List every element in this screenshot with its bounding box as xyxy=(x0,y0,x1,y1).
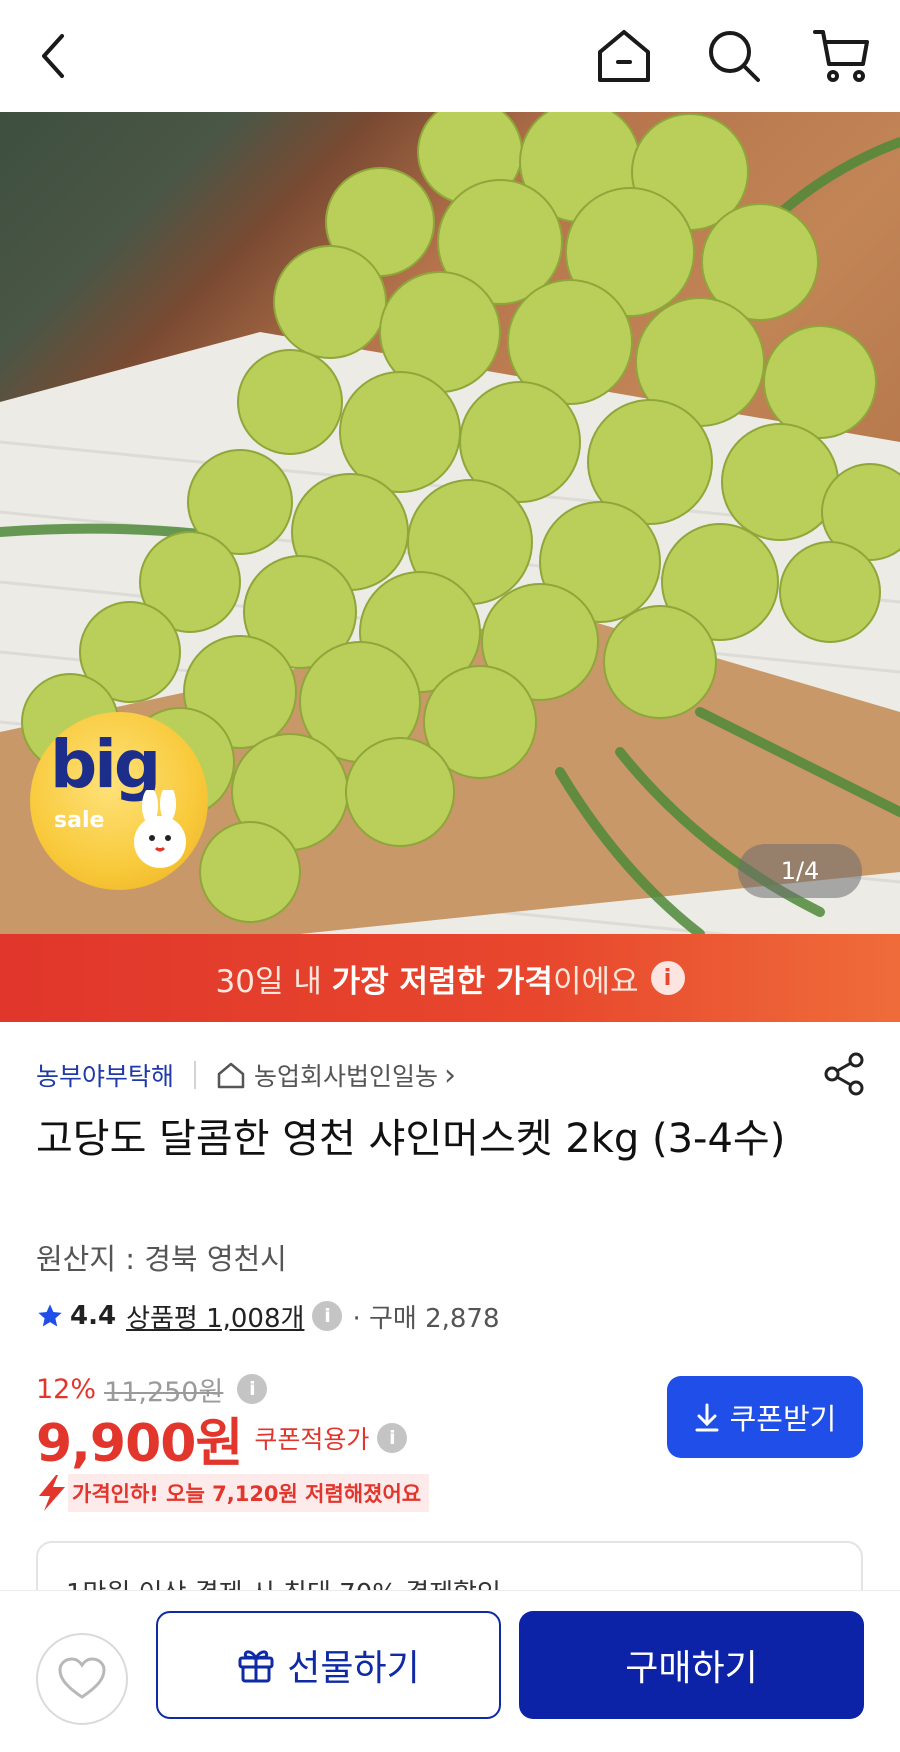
share-icon[interactable] xyxy=(824,1052,866,1102)
cart-icon[interactable] xyxy=(808,22,876,90)
wishlist-button[interactable] xyxy=(36,1633,128,1725)
image-page-counter: 1/4 xyxy=(738,844,862,898)
coupon-info-icon[interactable]: i xyxy=(377,1423,408,1453)
coupon-applied-label: 쿠폰적용가 xyxy=(254,1425,370,1454)
download-icon xyxy=(695,1403,719,1432)
price-row: 9,900원 쿠폰적용가 i xyxy=(36,1406,408,1474)
coupon-download-button[interactable]: 쿠폰받기 xyxy=(667,1376,863,1458)
price-drop-text: 가격인하! 오늘 7,120원 저렴해졌어요 xyxy=(68,1474,430,1512)
top-nav-bar xyxy=(0,0,900,112)
seller-row: 농부야부탁해 농업회사법인일농 › xyxy=(36,1052,866,1098)
home-icon[interactable] xyxy=(590,22,658,90)
lowest-price-banner[interactable]: 30일 내 가장 저렴한 가격 이에요 i xyxy=(0,934,900,1022)
star-icon xyxy=(38,1304,62,1327)
lightning-icon xyxy=(39,1475,65,1511)
store-link[interactable]: 농업회사법인일농 › xyxy=(216,1057,456,1093)
reviews-link[interactable]: 상품평 1,008개 xyxy=(126,1298,304,1335)
divider xyxy=(194,1061,197,1089)
rating-score: 4.4 xyxy=(70,1301,117,1331)
back-icon[interactable] xyxy=(20,22,88,90)
seller-name-link[interactable]: 농부야부탁해 xyxy=(36,1057,174,1093)
banner-highlight: 가장 저렴한 가격 xyxy=(331,963,553,1000)
product-title: 고당도 달콤한 영천 샤인머스켓 2kg (3-4수) xyxy=(36,1116,786,1162)
search-icon[interactable] xyxy=(700,22,768,90)
purchase-count: · 구매 2,878 xyxy=(352,1303,500,1334)
rabbit-icon xyxy=(134,790,186,868)
product-image-carousel[interactable]: big sale 1/4 xyxy=(0,112,900,934)
banner-prefix: 30일 내 xyxy=(215,963,332,1000)
gift-button[interactable]: 선물하기 xyxy=(156,1611,501,1719)
product-origin: 원산지 : 경북 영천시 xyxy=(36,1242,287,1276)
reviews-info-icon[interactable]: i xyxy=(312,1301,343,1331)
buy-button-label: 구매하기 xyxy=(625,1648,758,1689)
bottom-action-bar: 선물하기 구매하기 xyxy=(0,1590,900,1752)
gift-button-label: 선물하기 xyxy=(287,1648,420,1689)
heart-icon xyxy=(58,1657,106,1699)
rating-row: 4.4 상품평 1,008개 i · 구매 2,878 xyxy=(36,1294,500,1338)
badge-sale-text: sale xyxy=(54,808,105,833)
banner-suffix: 이에요 xyxy=(552,963,639,1000)
big-sale-badge: big sale xyxy=(30,712,208,890)
sale-price: 9,900원 xyxy=(36,1413,243,1474)
store-name: 농업회사법인일농 xyxy=(254,1062,439,1091)
coupon-button-label: 쿠폰받기 xyxy=(729,1402,837,1436)
price-drop-notice: 가격인하! 오늘 7,120원 저렴해졌어요 xyxy=(36,1474,430,1512)
buy-button[interactable]: 구매하기 xyxy=(519,1611,864,1719)
banner-info-icon[interactable]: i xyxy=(650,961,685,995)
store-home-icon xyxy=(217,1062,245,1089)
gift-icon xyxy=(238,1650,274,1683)
price-info-icon[interactable]: i xyxy=(237,1374,268,1404)
chevron-right-icon: › xyxy=(444,1057,457,1093)
